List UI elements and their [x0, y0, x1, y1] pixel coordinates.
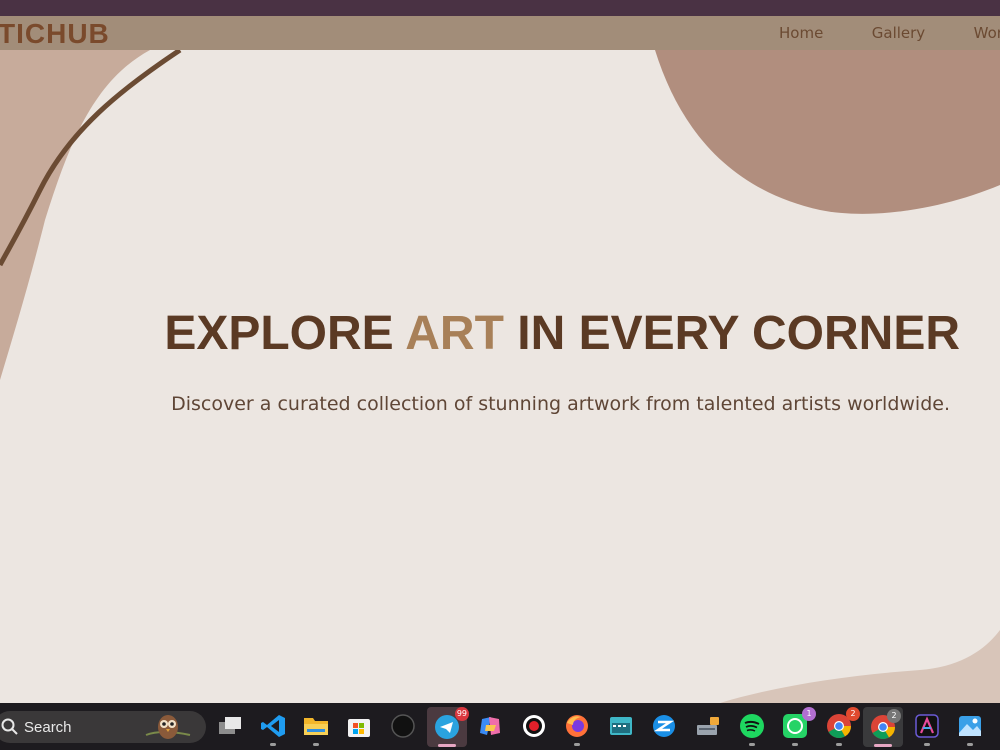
- microsoft-store-button[interactable]: [344, 711, 374, 741]
- hero-headline: EXPLORE ART IN EVERY CORNER: [0, 306, 1000, 361]
- stack-app-button[interactable]: [649, 711, 679, 741]
- spotify-button[interactable]: [737, 711, 767, 746]
- telegram-button[interactable]: 99: [427, 707, 469, 747]
- top-right-blob-shape: [655, 50, 1000, 214]
- active-indicator: [874, 744, 892, 747]
- browser-top-strip: [0, 0, 1000, 16]
- screen-recorder-icon: [523, 715, 545, 737]
- chrome-profile-button[interactable]: 2: [863, 707, 903, 747]
- headline-part-1: EXPLORE: [164, 307, 406, 360]
- search-icon: [1, 718, 18, 735]
- running-indicator: [749, 743, 755, 746]
- bottom-right-blob-shape: [720, 630, 1000, 703]
- vpn-keyboard-icon: [697, 717, 719, 735]
- search-placeholder: Search: [24, 719, 72, 736]
- running-indicator: [924, 743, 930, 746]
- nav-link-home[interactable]: Home: [779, 24, 823, 42]
- photos-icon: [959, 716, 981, 736]
- whatsapp-button[interactable]: 1: [780, 707, 816, 746]
- running-indicator: [574, 743, 580, 746]
- hero-section: EXPLORE ART IN EVERY CORNER Discover a c…: [0, 50, 1000, 703]
- affinity-icon: [915, 714, 939, 738]
- copilot-icon: [480, 717, 500, 735]
- keyboard-app-icon: [610, 717, 632, 735]
- spotify-icon: [740, 714, 764, 738]
- site-brand-logo[interactable]: TICHUB: [0, 18, 110, 50]
- copilot-button[interactable]: [475, 711, 505, 741]
- site-navbar: TICHUB Home Gallery Work: [0, 16, 1000, 50]
- vpn-keyboard-button[interactable]: [693, 711, 723, 741]
- firefox-button[interactable]: [562, 711, 592, 746]
- running-indicator: [313, 743, 319, 746]
- taskbar-search-box[interactable]: Search: [0, 711, 206, 743]
- telegram-badge: 99: [454, 707, 469, 721]
- nav-link-gallery[interactable]: Gallery: [872, 24, 925, 42]
- running-indicator: [270, 743, 276, 746]
- nav-links: Home Gallery Work: [779, 24, 1000, 43]
- photos-button[interactable]: [955, 711, 985, 746]
- keyboard-app-button[interactable]: [606, 711, 636, 741]
- hero-background-shapes: [0, 50, 1000, 703]
- nav-link-work[interactable]: Work: [974, 24, 1000, 42]
- circle-app-icon: [391, 714, 415, 738]
- chrome-profile-badge: 2: [887, 709, 901, 723]
- microsoft-store-icon: [348, 719, 370, 737]
- affinity-button[interactable]: [912, 711, 942, 746]
- whatsapp-badge: 1: [802, 707, 816, 721]
- stack-app-icon: [653, 715, 675, 737]
- headline-part-2: IN EVERY CORNER: [503, 307, 960, 360]
- active-indicator: [438, 744, 456, 747]
- running-indicator: [836, 743, 842, 746]
- file-explorer-button[interactable]: [301, 711, 331, 746]
- hero-subtitle: Discover a curated collection of stunnin…: [171, 393, 950, 415]
- screen-recorder-button[interactable]: [519, 711, 549, 741]
- vscode-icon: [261, 715, 285, 737]
- running-indicator: [967, 743, 973, 746]
- headline-accent-word: ART: [405, 307, 504, 360]
- task-view-icon: [219, 717, 241, 734]
- running-indicator: [792, 743, 798, 746]
- circle-app-button[interactable]: [388, 711, 418, 741]
- owl-search-highlight-icon: [145, 715, 191, 739]
- task-view-button[interactable]: [215, 711, 245, 741]
- vscode-button[interactable]: [258, 711, 288, 746]
- firefox-icon: [566, 715, 588, 737]
- windows-taskbar: Search 99 1 2 2: [0, 703, 1000, 750]
- file-explorer-icon: [304, 718, 328, 735]
- chrome-badge: 2: [846, 707, 860, 721]
- chrome-button[interactable]: 2: [824, 707, 860, 746]
